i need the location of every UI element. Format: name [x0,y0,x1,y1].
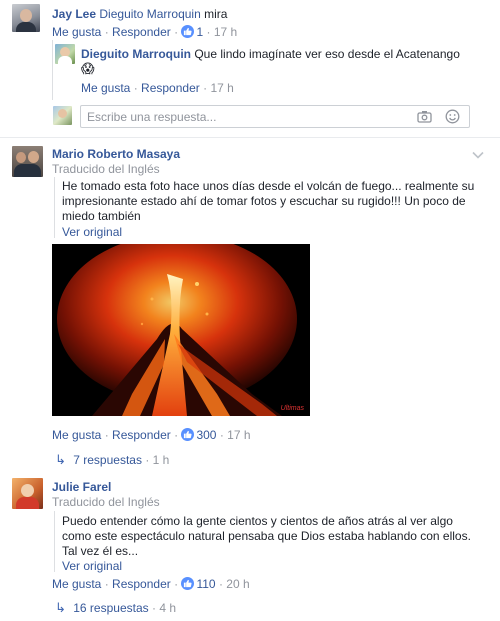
translation-quote-bar [54,177,55,238]
reply-indent-line [52,40,53,100]
replies-timestamp: 1 h [152,453,170,467]
comment-actions: Me gusta · Responder · 110 · 20 h [52,577,250,591]
translated-label: Traducido del Inglés [52,495,160,509]
reply-input-box[interactable] [80,105,470,128]
comment-text: Puedo entender cómo la gente cientos y c… [62,514,471,558]
divider [0,137,500,138]
timestamp[interactable]: 17 h [227,428,250,442]
translation-quote-bar [54,511,55,572]
comment-text: mira [204,7,228,21]
like-button[interactable]: Me gusta [81,81,130,95]
reply-actions: Me gusta · Responder · 17 h [81,81,234,95]
comment-text: He tomado esta foto hace unos días desde… [62,179,475,223]
author-julie[interactable]: Julie Farel [52,480,111,494]
volcano-photo[interactable]: Ultimas [52,244,310,416]
avatar-dieguito[interactable] [55,44,75,64]
like-icon [181,577,195,590]
reply-input[interactable] [87,107,407,127]
author-mario[interactable]: Mario Roberto Masaya [52,147,180,161]
like-button[interactable]: Me gusta [52,577,101,591]
like-count[interactable]: 300 [196,428,216,442]
replies-timestamp: 4 h [159,601,177,615]
like-count[interactable]: 110 [196,577,215,591]
like-icon [181,428,195,441]
emoji-icon[interactable] [445,109,460,127]
like-count[interactable]: 1 [196,25,203,39]
replies-link[interactable]: 7 respuestas [73,453,142,467]
see-original-link[interactable]: Ver original [62,559,122,573]
photo-watermark: Ultimas [280,405,304,412]
timestamp[interactable]: 17 h [210,81,233,95]
translated-label: Traducido del Inglés [52,162,160,176]
mention-dieguito[interactable]: Dieguito Marroquin [99,7,200,21]
reply-arrow-icon: ↳ [55,600,66,615]
author-jay-lee[interactable]: Jay Lee [52,7,96,21]
reply-button[interactable]: Responder [112,577,171,591]
avatar-julie[interactable] [12,478,43,509]
timestamp[interactable]: 20 h [226,577,249,591]
avatar-current-user [53,106,72,125]
reply-text: Que lindo imagínate ver eso desde el Aca… [194,47,460,61]
author-dieguito[interactable]: Dieguito Marroquin [81,47,191,61]
like-button[interactable]: Me gusta [52,428,101,442]
timestamp[interactable]: 17 h [214,25,237,39]
comment-actions: Me gusta · Responder · 1 · 17 h [52,25,238,39]
like-icon [181,25,195,38]
replies-link[interactable]: 16 respuestas [73,601,148,615]
like-button[interactable]: Me gusta [52,25,101,39]
view-replies[interactable]: ↳ 16 respuestas · 4 h [55,600,176,616]
reply-button[interactable]: Responder [112,25,171,39]
chevron-down-icon[interactable] [472,148,484,162]
reply-arrow-icon: ↳ [55,452,66,467]
comment-jay-lee: Jay Lee Dieguito Marroquin mira [52,7,227,21]
camera-icon[interactable] [417,110,432,126]
view-replies[interactable]: ↳ 7 respuestas · 1 h [55,452,169,468]
reply-button[interactable]: Responder [112,428,171,442]
avatar-jay-lee[interactable] [12,4,40,32]
comment-actions: Me gusta · Responder · 300 · 17 h [52,428,251,442]
reply-dieguito: Dieguito Marroquin Que lindo imagínate v… [81,47,460,61]
emoji-scream: 😱 [81,61,95,76]
reply-button[interactable]: Responder [141,81,200,95]
see-original-link[interactable]: Ver original [62,225,122,239]
avatar-mario[interactable] [12,146,43,177]
